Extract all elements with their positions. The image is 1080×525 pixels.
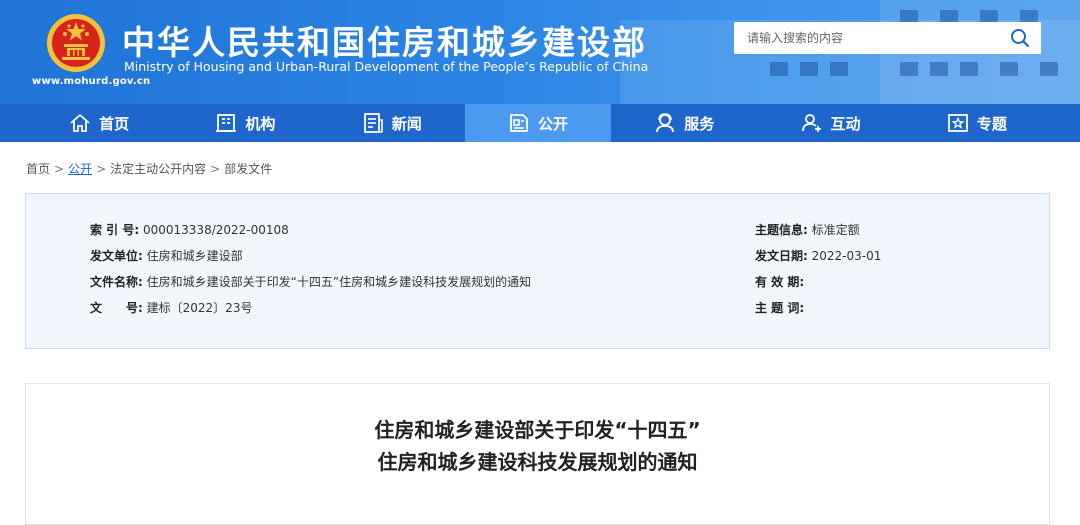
- nav-item-topics[interactable]: 专题: [904, 104, 1050, 142]
- nav-item-label: 公开: [537, 114, 568, 133]
- nav-item-organization[interactable]: 机构: [172, 104, 318, 142]
- meta-label: 发文单位:: [90, 249, 143, 263]
- nav-item-label: 专题: [976, 114, 1007, 133]
- nav-item-label: 新闻: [391, 114, 422, 133]
- meta-keywords: 主 题 词:: [755, 299, 804, 316]
- nav-item-service[interactable]: 服务: [611, 104, 757, 142]
- building-window: [800, 62, 818, 76]
- nav-item-public[interactable]: 公开: [464, 104, 612, 142]
- meta-value: 住房和城乡建设部: [146, 249, 243, 263]
- nav-item-news[interactable]: 新闻: [319, 104, 465, 142]
- building-window: [1040, 62, 1058, 76]
- breadcrumb-separator: >: [54, 162, 65, 176]
- nav-item-label: 机构: [245, 114, 276, 133]
- meta-value: 住房和城乡建设部关于印发“十四五”住房和城乡建设科技发展规划的通知: [146, 275, 532, 289]
- building-window: [770, 62, 788, 76]
- topic-icon: [947, 114, 968, 132]
- nav-item-label: 互动: [830, 114, 861, 133]
- meta-document-name: 文件名称: 住房和城乡建设部关于印发“十四五”住房和城乡建设科技发展规划的通知: [90, 273, 531, 290]
- meta-value: 000013338/2022-00108: [142, 223, 289, 237]
- meta-topic: 主题信息: 标准定额: [755, 221, 860, 238]
- meta-document-number: 文 号: 建标〔2022〕23号: [90, 299, 252, 316]
- breadcrumb-public-link[interactable]: 公开: [68, 162, 92, 176]
- home-icon: [70, 114, 90, 132]
- meta-label: 文 号:: [90, 301, 143, 315]
- meta-label: 有 效 期:: [755, 275, 805, 289]
- meta-value: 建标〔2022〕23号: [146, 301, 253, 315]
- article-title: 住房和城乡建设部关于印发“十四五” 住房和城乡建设科技发展规划的通知: [26, 414, 1049, 478]
- meta-value: 2022-03-01: [811, 249, 882, 263]
- breadcrumb-section[interactable]: 法定主动公开内容: [110, 162, 206, 176]
- search-icon[interactable]: [1009, 27, 1031, 49]
- breadcrumb-separator: >: [96, 162, 107, 176]
- nav-item-label: 服务: [684, 114, 715, 133]
- breadcrumb-home[interactable]: 首页: [26, 162, 50, 176]
- building-window: [1000, 62, 1018, 76]
- search-box: [734, 22, 1041, 54]
- site-subtitle: Ministry of Housing and Urban-Rural Deve…: [124, 59, 649, 74]
- main-nav: 首页 机构 新闻 公开 服务 互动 专题: [0, 104, 1080, 142]
- meta-value: 标准定额: [811, 223, 860, 237]
- building-window: [830, 62, 848, 76]
- document-metadata-panel: 索 引 号: 000013338/2022-00108 发文单位: 住房和城乡建…: [25, 193, 1050, 349]
- service-icon: [656, 113, 675, 133]
- meta-index-number: 索 引 号: 000013338/2022-00108: [90, 221, 289, 238]
- site-domain: www.mohurd.gov.cn: [32, 76, 151, 87]
- breadcrumb: 首页 > 公开 > 法定主动公开内容 > 部发文件: [26, 160, 272, 177]
- search-input[interactable]: [734, 22, 1007, 54]
- site-header: www.mohurd.gov.cn 中华人民共和国住房和城乡建设部 Minist…: [0, 0, 1080, 104]
- interaction-icon: [801, 114, 821, 132]
- building-window: [960, 62, 978, 76]
- nav-item-interaction[interactable]: 互动: [757, 104, 903, 142]
- nav-item-label: 首页: [99, 114, 130, 133]
- meta-label: 发文日期:: [755, 249, 808, 263]
- article-content: 住房和城乡建设部关于印发“十四五” 住房和城乡建设科技发展规划的通知: [25, 383, 1050, 525]
- newspaper-icon: [363, 113, 383, 133]
- public-info-icon: [510, 114, 528, 132]
- breadcrumb-current[interactable]: 部发文件: [224, 162, 272, 176]
- building-window: [900, 62, 918, 76]
- meta-validity: 有 效 期:: [755, 273, 804, 290]
- national-emblem-icon: [47, 14, 105, 72]
- site-title[interactable]: 中华人民共和国住房和城乡建设部: [122, 16, 647, 64]
- meta-label: 索 引 号:: [90, 223, 140, 237]
- meta-label: 主 题 词:: [755, 301, 805, 315]
- building-window: [930, 62, 948, 76]
- breadcrumb-separator: >: [210, 162, 221, 176]
- building-icon: [216, 114, 237, 132]
- meta-issuer: 发文单位: 住房和城乡建设部: [90, 247, 243, 264]
- meta-label: 主题信息:: [755, 223, 808, 237]
- meta-label: 文件名称:: [90, 275, 143, 289]
- nav-item-home[interactable]: 首页: [26, 104, 172, 142]
- article-title-line-2: 住房和城乡建设科技发展规划的通知: [377, 450, 698, 474]
- article-title-line-1: 住房和城乡建设部关于印发“十四五”: [374, 418, 701, 442]
- meta-issue-date: 发文日期: 2022-03-01: [755, 247, 881, 264]
